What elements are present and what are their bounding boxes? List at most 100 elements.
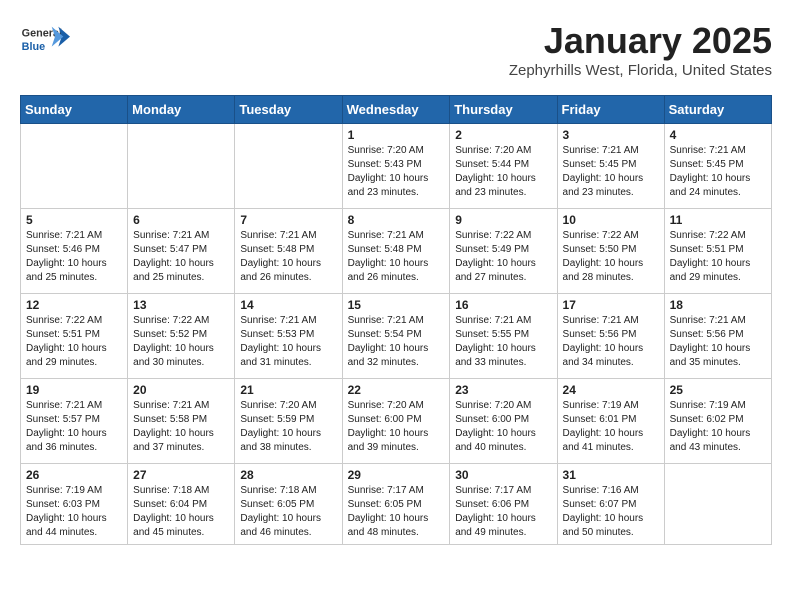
calendar-cell: 5Sunrise: 7:21 AM Sunset: 5:46 PM Daylig…	[21, 209, 128, 294]
weekday-header-sunday: Sunday	[21, 96, 128, 124]
day-info: Sunrise: 7:21 AM Sunset: 5:46 PM Dayligh…	[26, 229, 122, 285]
day-number: 30	[455, 468, 551, 482]
day-number: 4	[670, 128, 766, 142]
calendar-cell: 16 Sunrise: 7:21 AM Sunset: 5:55 PM Dayli…	[450, 294, 557, 379]
day-info: Sunrise: 7:21 AM Sunset: 5:47 PM Dayligh…	[133, 229, 229, 285]
day-number: 18	[670, 298, 766, 312]
day-number: 7	[240, 213, 336, 227]
calendar-cell: 27Sunrise: 7:18 AM Sunset: 6:04 PM Dayli…	[128, 464, 235, 545]
day-number: 22	[348, 383, 445, 397]
day-number: 10	[563, 213, 659, 227]
day-info: Sunrise: 7:21 AM Sunset: 5:48 PM Dayligh…	[240, 229, 336, 285]
calendar-cell: 13 Sunrise: 7:22 AM Sunset: 5:52 PM Dayli…	[128, 294, 235, 379]
day-number: 25	[670, 383, 766, 397]
day-number: 23	[455, 383, 551, 397]
day-number: 21	[240, 383, 336, 397]
svg-text:Blue: Blue	[22, 41, 45, 53]
month-title: January 2025	[509, 20, 772, 62]
day-info: Sunrise: 7:19 AM Sunset: 6:03 PM Dayligh…	[26, 484, 122, 540]
day-info: Sunrise: 7:21 AM Sunset: 5:55 PM Dayligh…	[455, 314, 551, 370]
day-number: 9	[455, 213, 551, 227]
day-info: Sunrise: 7:20 AM Sunset: 6:00 PM Dayligh…	[455, 399, 551, 455]
calendar-cell: 6 Sunrise: 7:21 AM Sunset: 5:47 PM Daylig…	[128, 209, 235, 294]
calendar-cell: 8Sunrise: 7:21 AM Sunset: 5:48 PM Daylig…	[342, 209, 450, 294]
weekday-header-friday: Friday	[557, 96, 664, 124]
day-info: Sunrise: 7:20 AM Sunset: 5:44 PM Dayligh…	[455, 144, 551, 200]
day-info: Sunrise: 7:21 AM Sunset: 5:45 PM Dayligh…	[670, 144, 766, 200]
day-info: Sunrise: 7:16 AM Sunset: 6:07 PM Dayligh…	[563, 484, 659, 540]
week-row-4: 19Sunrise: 7:21 AM Sunset: 5:57 PM Dayli…	[21, 379, 772, 464]
day-number: 1	[348, 128, 445, 142]
day-number: 24	[563, 383, 659, 397]
day-info: Sunrise: 7:20 AM Sunset: 6:00 PM Dayligh…	[348, 399, 445, 455]
weekday-header-monday: Monday	[128, 96, 235, 124]
week-row-3: 12 Sunrise: 7:22 AM Sunset: 5:51 PM Dayli…	[21, 294, 772, 379]
calendar-cell: 20Sunrise: 7:21 AM Sunset: 5:58 PM Dayli…	[128, 379, 235, 464]
calendar-cell: 7 Sunrise: 7:21 AM Sunset: 5:48 PM Daylig…	[235, 209, 342, 294]
day-number: 12	[26, 298, 122, 312]
day-number: 15	[348, 298, 445, 312]
weekday-header-tuesday: Tuesday	[235, 96, 342, 124]
day-info: Sunrise: 7:19 AM Sunset: 6:02 PM Dayligh…	[670, 399, 766, 455]
day-info: Sunrise: 7:17 AM Sunset: 6:05 PM Dayligh…	[348, 484, 445, 540]
calendar-cell	[235, 124, 342, 209]
day-info: Sunrise: 7:21 AM Sunset: 5:45 PM Dayligh…	[563, 144, 659, 200]
day-number: 6	[133, 213, 229, 227]
calendar-cell: 3 Sunrise: 7:21 AM Sunset: 5:45 PM Daylig…	[557, 124, 664, 209]
day-info: Sunrise: 7:17 AM Sunset: 6:06 PM Dayligh…	[455, 484, 551, 540]
calendar-cell: 15Sunrise: 7:21 AM Sunset: 5:54 PM Dayli…	[342, 294, 450, 379]
calendar-cell: 19Sunrise: 7:21 AM Sunset: 5:57 PM Dayli…	[21, 379, 128, 464]
calendar-cell: 18 Sunrise: 7:21 AM Sunset: 5:56 PM Dayli…	[664, 294, 771, 379]
day-info: Sunrise: 7:22 AM Sunset: 5:52 PM Dayligh…	[133, 314, 229, 370]
calendar-cell: 11 Sunrise: 7:22 AM Sunset: 5:51 PM Dayli…	[664, 209, 771, 294]
day-info: Sunrise: 7:21 AM Sunset: 5:53 PM Dayligh…	[240, 314, 336, 370]
day-info: Sunrise: 7:20 AM Sunset: 5:43 PM Dayligh…	[348, 144, 445, 200]
day-number: 31	[563, 468, 659, 482]
day-info: Sunrise: 7:21 AM Sunset: 5:56 PM Dayligh…	[670, 314, 766, 370]
calendar-cell: 29 Sunrise: 7:17 AM Sunset: 6:05 PM Dayli…	[342, 464, 450, 545]
weekday-header-wednesday: Wednesday	[342, 96, 450, 124]
day-info: Sunrise: 7:22 AM Sunset: 5:51 PM Dayligh…	[26, 314, 122, 370]
day-number: 14	[240, 298, 336, 312]
calendar-cell: 14 Sunrise: 7:21 AM Sunset: 5:53 PM Dayli…	[235, 294, 342, 379]
week-row-1: 1 Sunrise: 7:20 AM Sunset: 5:43 PM Daylig…	[21, 124, 772, 209]
calendar-cell	[21, 124, 128, 209]
day-number: 3	[563, 128, 659, 142]
calendar-cell	[128, 124, 235, 209]
day-info: Sunrise: 7:20 AM Sunset: 5:59 PM Dayligh…	[240, 399, 336, 455]
day-number: 27	[133, 468, 229, 482]
title-block: January 2025 Zephyrhills West, Florida, …	[509, 20, 772, 79]
calendar-cell: 1 Sunrise: 7:20 AM Sunset: 5:43 PM Daylig…	[342, 124, 450, 209]
calendar-cell: 31 Sunrise: 7:16 AM Sunset: 6:07 PM Dayli…	[557, 464, 664, 545]
calendar-table: SundayMondayTuesdayWednesdayThursdayFrid…	[20, 95, 772, 545]
day-info: Sunrise: 7:22 AM Sunset: 5:51 PM Dayligh…	[670, 229, 766, 285]
calendar-cell: 2 Sunrise: 7:20 AM Sunset: 5:44 PM Daylig…	[450, 124, 557, 209]
day-info: Sunrise: 7:22 AM Sunset: 5:50 PM Dayligh…	[563, 229, 659, 285]
day-number: 2	[455, 128, 551, 142]
calendar-cell: 17Sunrise: 7:21 AM Sunset: 5:56 PM Dayli…	[557, 294, 664, 379]
calendar-cell: 26 Sunrise: 7:19 AM Sunset: 6:03 PM Dayli…	[21, 464, 128, 545]
logo-icon: General Blue	[20, 20, 70, 60]
page-header: General Blue January 2025 Zephyrhills We…	[20, 20, 772, 79]
week-row-2: 5Sunrise: 7:21 AM Sunset: 5:46 PM Daylig…	[21, 209, 772, 294]
calendar-cell: 28Sunrise: 7:18 AM Sunset: 6:05 PM Dayli…	[235, 464, 342, 545]
calendar-cell: 10 Sunrise: 7:22 AM Sunset: 5:50 PM Dayli…	[557, 209, 664, 294]
weekday-header-saturday: Saturday	[664, 96, 771, 124]
calendar-cell: 4 Sunrise: 7:21 AM Sunset: 5:45 PM Daylig…	[664, 124, 771, 209]
day-number: 26	[26, 468, 122, 482]
day-info: Sunrise: 7:22 AM Sunset: 5:49 PM Dayligh…	[455, 229, 551, 285]
logo: General Blue	[20, 20, 70, 60]
calendar-cell: 21 Sunrise: 7:20 AM Sunset: 5:59 PM Dayli…	[235, 379, 342, 464]
calendar-cell: 9 Sunrise: 7:22 AM Sunset: 5:49 PM Daylig…	[450, 209, 557, 294]
weekday-header-thursday: Thursday	[450, 96, 557, 124]
day-number: 17	[563, 298, 659, 312]
calendar-cell	[664, 464, 771, 545]
day-number: 13	[133, 298, 229, 312]
day-number: 16	[455, 298, 551, 312]
calendar-cell: 24Sunrise: 7:19 AM Sunset: 6:01 PM Dayli…	[557, 379, 664, 464]
location: Zephyrhills West, Florida, United States	[509, 62, 772, 79]
week-row-5: 26 Sunrise: 7:19 AM Sunset: 6:03 PM Dayli…	[21, 464, 772, 545]
day-number: 11	[670, 213, 766, 227]
day-number: 20	[133, 383, 229, 397]
day-number: 29	[348, 468, 445, 482]
